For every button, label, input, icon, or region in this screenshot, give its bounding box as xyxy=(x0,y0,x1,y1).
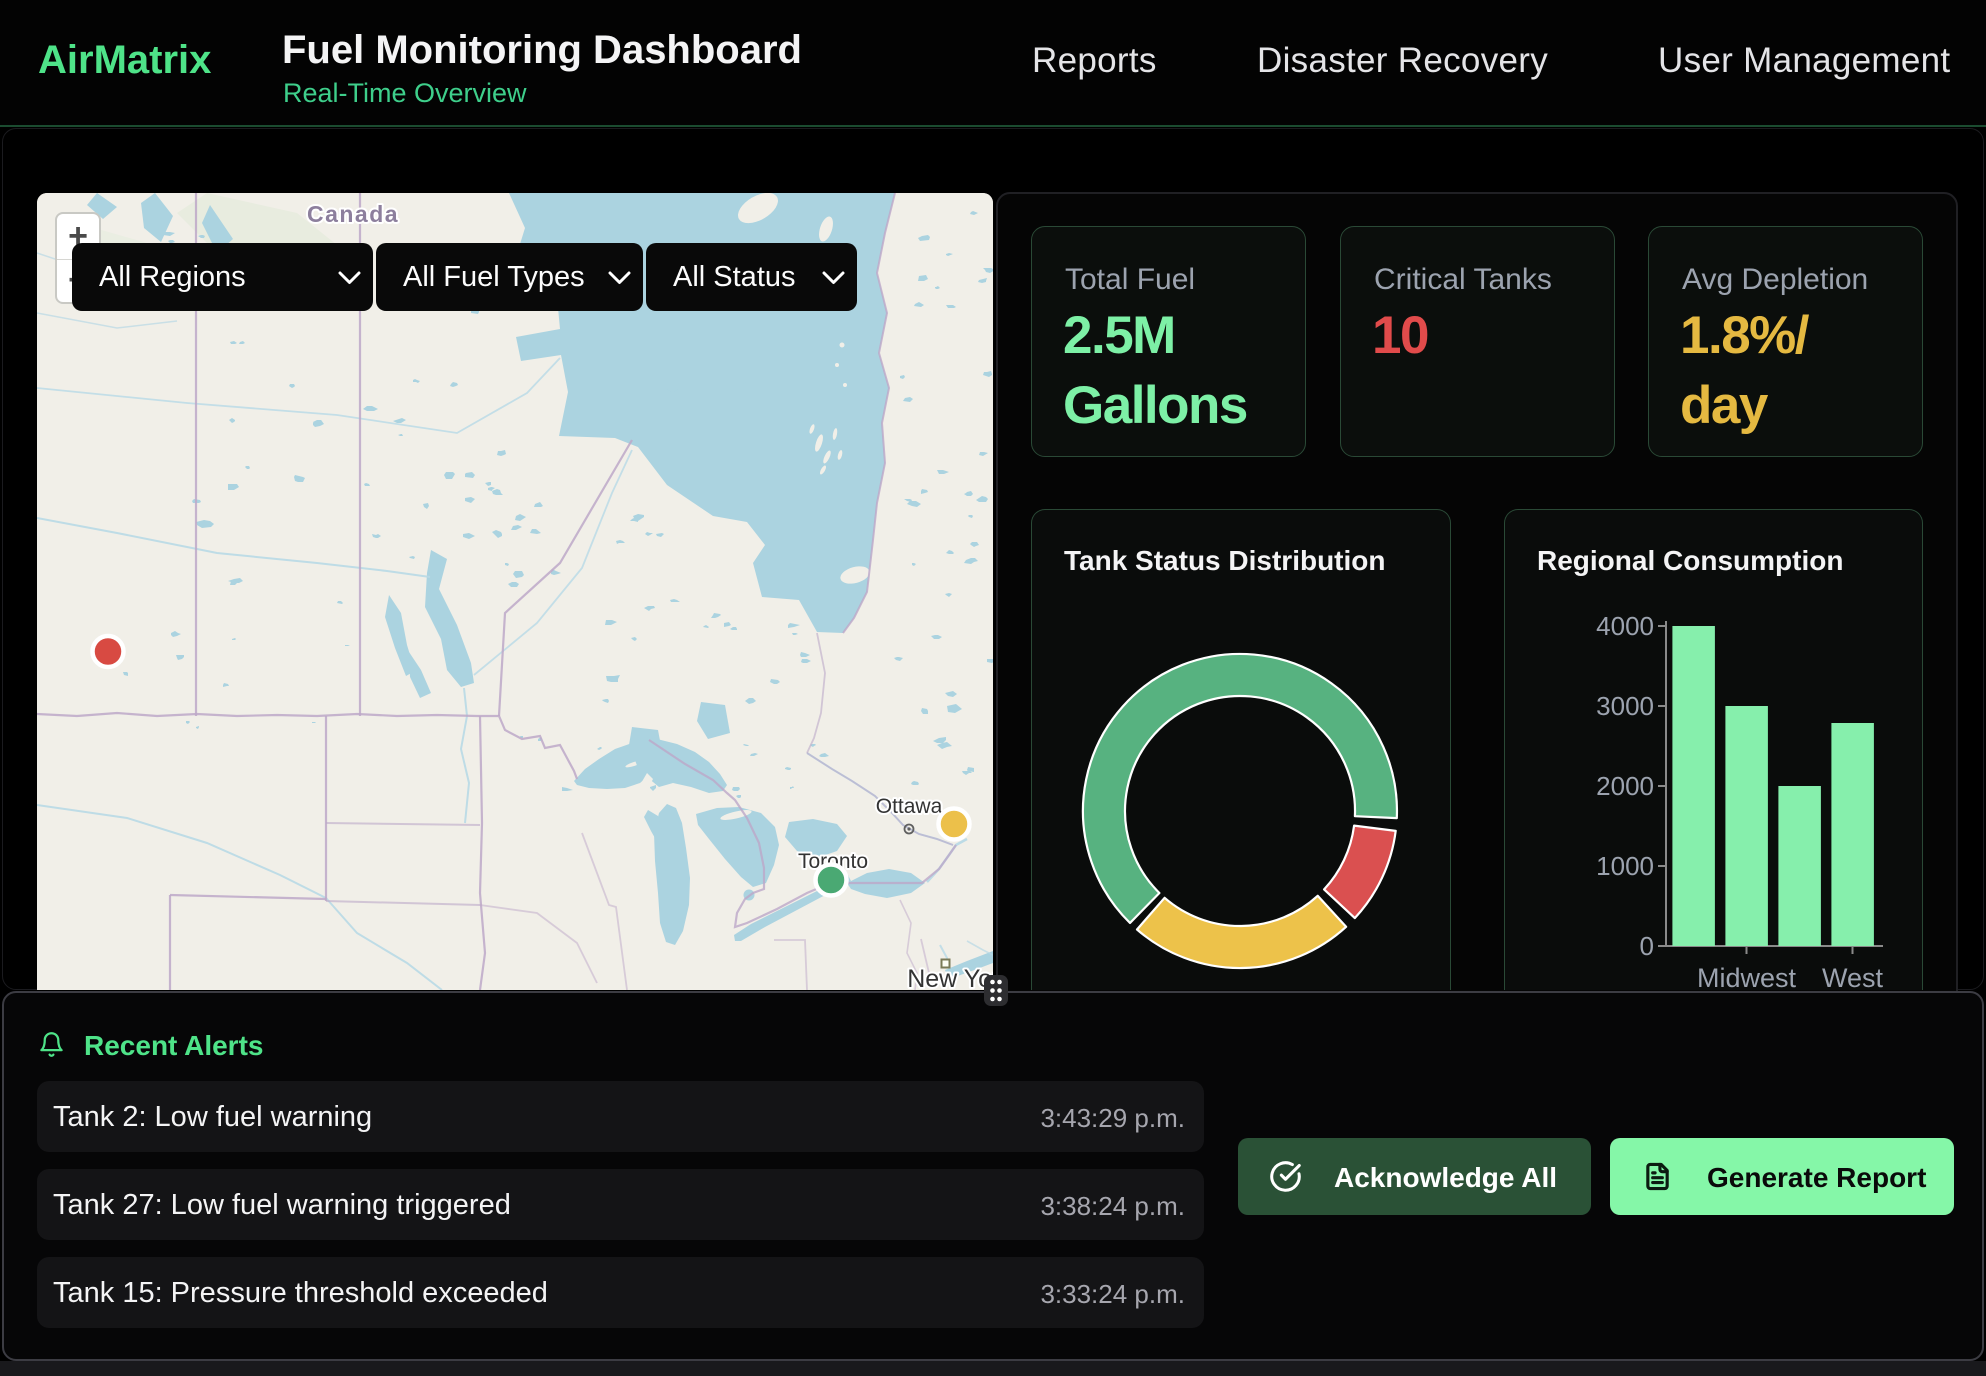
svg-text:New York: New York xyxy=(907,965,993,990)
svg-text:1000: 1000 xyxy=(1596,851,1654,881)
svg-text:Canada: Canada xyxy=(307,201,399,227)
svg-text:Ottawa: Ottawa xyxy=(876,795,943,818)
svg-text:West: West xyxy=(1822,963,1884,988)
svg-text:4000: 4000 xyxy=(1596,611,1654,641)
svg-text:0: 0 xyxy=(1640,931,1654,961)
svg-text:Midwest: Midwest xyxy=(1697,963,1797,988)
svg-text:2000: 2000 xyxy=(1596,771,1654,801)
svg-text:3000: 3000 xyxy=(1596,691,1654,721)
